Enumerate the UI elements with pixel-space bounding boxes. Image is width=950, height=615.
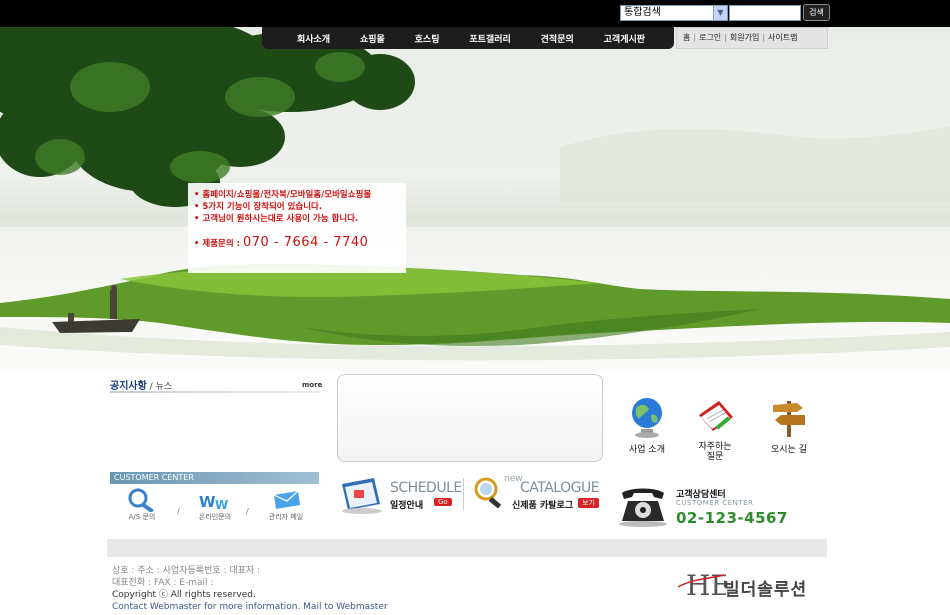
quick-link-label: 오시는 길 [771, 445, 807, 455]
util-separator: | [762, 33, 766, 42]
phone-center-number: 02-123-4567 [676, 509, 788, 527]
logo-text: 빌더솔루션 [724, 580, 808, 600]
promo-box: • 홈페이지/쇼핑몰/전자북/모바일홈/모바일쇼핑몰 • 5가지 기능이 장착되… [188, 183, 406, 273]
quick-link-directions[interactable]: 오시는 길 [759, 395, 819, 455]
schedule-title: SCHEDULE [390, 480, 462, 496]
utility-nav: 홈 | 로그인 | 회원가입 | 사이트맵 [676, 27, 828, 49]
util-separator: | [724, 33, 727, 42]
schedule-go-button[interactable]: Go [434, 498, 452, 506]
cc-item-label: 온라인문의 [198, 513, 232, 521]
www-icon: W W [199, 493, 228, 512]
promo-phone-number: 070 - 7664 - 7740 [243, 235, 369, 250]
catalogue-subtitle: 신제품 카탈로그 [512, 501, 574, 511]
cc-admin-mail[interactable]: 관리자 메일 [261, 487, 311, 522]
nav-item-shopping-mall[interactable]: 쇼핑몰 [360, 32, 385, 45]
nav-item-board[interactable]: 고객게시판 [604, 32, 645, 45]
catalogue-title: CATALOGUE [520, 480, 600, 496]
promo-phone: • 제품문의 : 070 - 7664 - 7740 [194, 235, 406, 250]
logo-mark: HE [678, 569, 726, 601]
nav-item-portfolio[interactable]: 포트갤러리 [469, 32, 510, 45]
cc-separator: / [177, 507, 180, 516]
cc-separator: / [246, 507, 249, 516]
util-login-link[interactable]: 로그인 [699, 33, 721, 42]
cc-item-label: 관리자 메일 [268, 513, 304, 521]
signpost-icon [773, 401, 805, 437]
util-sitemap-link[interactable]: 사이트맵 [768, 33, 797, 42]
nav-item-estimate[interactable]: 견적문의 [541, 32, 574, 45]
mail-icon [273, 490, 300, 509]
svg-text:W: W [199, 493, 216, 511]
footer-copyright: Copyright ⓒ All rights reserved. [112, 590, 256, 600]
calendar-icon [342, 478, 382, 514]
phone-center-subtitle: CUSTOMER CENTER [676, 499, 754, 507]
search-scope-select[interactable]: 통합검색 ▼ [620, 5, 728, 21]
schedule-banner[interactable]: SCHEDULE 일정안내 Go [338, 474, 462, 514]
footer-contact-info: 대표전화 : FAX : E-mail : [112, 578, 214, 588]
quick-link-business[interactable]: 사업 소개 [617, 395, 677, 455]
util-home-link[interactable]: 홈 [683, 33, 690, 42]
book-icon [699, 401, 733, 431]
footer-info: 상호 : 주소 : 사업자등록번호 : 대표자 : 대표전화 : FAX : E… [112, 565, 388, 613]
footer-company-info: 상호 : 주소 : 사업자등록번호 : 대표자 : [112, 566, 261, 576]
promo-line: • 5가지 기능이 장착되어 있습니다. [194, 202, 323, 212]
cc-item-label: A/S 문의 [128, 513, 156, 521]
content-box [337, 374, 603, 462]
svg-text:W: W [215, 498, 228, 512]
catalogue-view-button[interactable]: 보기 [578, 498, 599, 508]
telephone-icon [619, 488, 667, 527]
chevron-down-icon[interactable]: ▼ [713, 6, 727, 20]
search-button[interactable]: 검색 [803, 4, 830, 21]
footer-webmaster-link[interactable]: Contact Webmaster for more information. … [112, 601, 388, 613]
notice-heading: 공지사항 / 뉴스 [110, 377, 172, 392]
util-join-link[interactable]: 회원가입 [730, 33, 759, 42]
promo-phone-label: • 제품문의 : [194, 239, 243, 249]
catalogue-banner[interactable]: new CATALOGUE 신제품 카탈로그 보기 [472, 474, 600, 514]
util-separator: | [693, 33, 697, 42]
magnifier-icon [128, 488, 154, 512]
search-scope-value: 통합검색 [624, 7, 661, 18]
quick-link-faq[interactable]: 자주하는 질문 [685, 395, 745, 462]
schedule-subtitle: 일정안내 [390, 501, 424, 511]
magnifier-icon [474, 477, 502, 509]
hero-banner [0, 27, 950, 372]
nav-item-company[interactable]: 회사소개 [297, 32, 330, 45]
hero-scene [0, 27, 950, 361]
promo-line: • 홈페이지/쇼핑몰/전자북/모바일홈/모바일쇼핑몰 [194, 190, 372, 200]
notice-divider-line [110, 391, 320, 393]
phone-center: 고객상담센터 CUSTOMER CENTER 02-123-4567 [616, 485, 806, 527]
cc-as-inquiry[interactable]: A/S 문의 [117, 487, 167, 522]
notice-more-link[interactable]: more [302, 381, 322, 389]
promo-line: • 고객님이 원하시는대로 사용이 가능 합니다. [194, 214, 359, 224]
search-input[interactable] [729, 5, 801, 21]
footer-bar [107, 539, 827, 557]
customer-center-bar: CUSTOMER CENTER [110, 472, 319, 484]
quick-link-label: 사업 소개 [629, 445, 665, 455]
logo-mark-text: HE [686, 569, 726, 601]
banner-divider [463, 478, 464, 510]
footer-logo: HE 빌더솔루션 [678, 565, 828, 601]
main-nav: 회사소개 쇼핑몰 호스팅 포트갤러리 견적문의 고객게시판 [262, 27, 674, 49]
quick-link-label: 자주하는 질문 [698, 442, 732, 462]
nav-item-hosting[interactable]: 호스팅 [415, 32, 440, 45]
globe-icon [632, 398, 662, 438]
cc-online-inquiry[interactable]: W W 온라인문의 [190, 487, 240, 522]
